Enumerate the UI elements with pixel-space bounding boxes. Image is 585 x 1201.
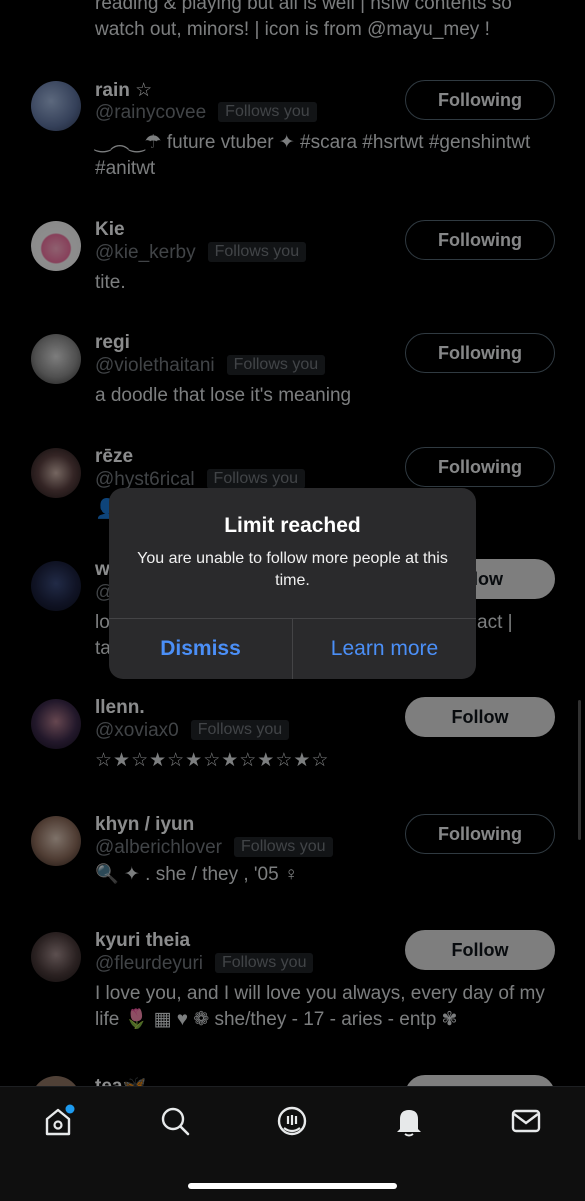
search-icon[interactable] — [158, 1104, 192, 1138]
home-indicator — [188, 1183, 397, 1189]
dialog-message: You are unable to follow more people at … — [137, 550, 448, 589]
dismiss-button[interactable]: Dismiss — [109, 619, 292, 679]
learn-more-button[interactable]: Learn more — [293, 619, 476, 679]
mail-icon[interactable] — [509, 1104, 543, 1138]
bell-icon[interactable] — [392, 1104, 426, 1138]
limit-reached-dialog: Limit reached You are unable to follow m… — [109, 488, 476, 679]
dialog-title: Limit reached — [224, 514, 361, 537]
home-icon[interactable] — [41, 1104, 75, 1138]
grok-icon[interactable] — [275, 1104, 309, 1138]
